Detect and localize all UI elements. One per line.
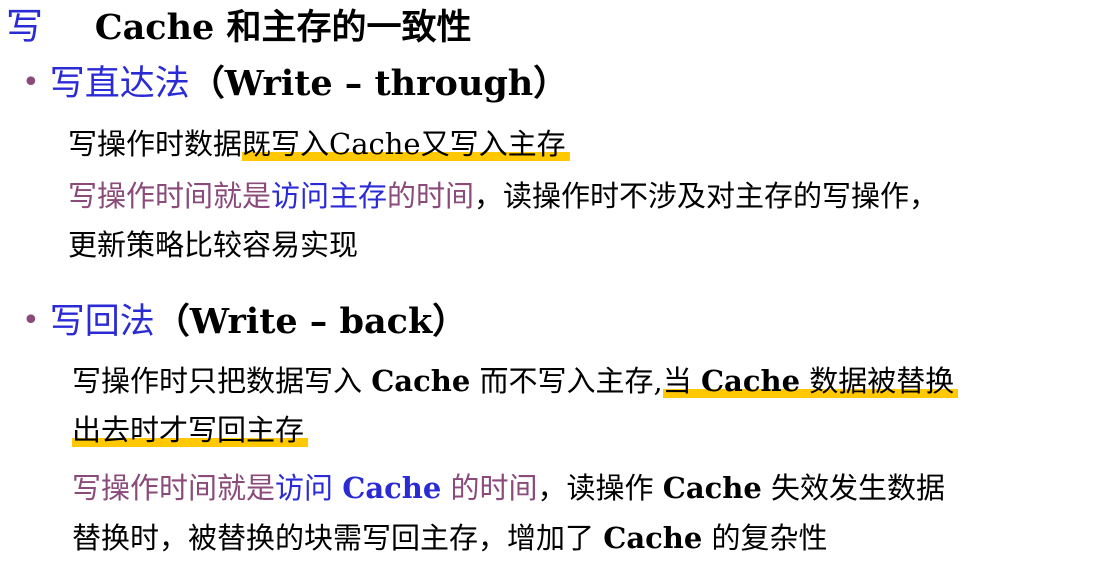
title-prefix: 写: [6, 5, 43, 48]
title-text: Cache 和主存的一致性: [94, 7, 472, 48]
text-segment: 访问主存: [271, 179, 388, 213]
text-segment: Cache: [342, 471, 442, 505]
text-segment: 写操作时数据: [68, 127, 243, 161]
text-segment: 的复杂性: [702, 521, 828, 555]
write-back-heading: • 写回法（Write – back）: [22, 301, 468, 342]
slide-title: 写 Cache 和主存的一致性: [6, 5, 472, 49]
bullet-dot-icon: •: [22, 303, 40, 338]
write-back-line-2: 出去时才写回主存: [72, 413, 309, 447]
write-through-line-1: 写操作时数据既写入Cache又写入主存: [68, 127, 570, 161]
text-segment: 的时间: [387, 179, 475, 213]
write-back-line-1: 写操作时只把数据写入 Cache 而不写入主存,当 Cache 数据被替换: [72, 364, 959, 398]
text-segment: 写操作时间就是: [72, 471, 276, 505]
text-segment: 失效发生数据: [761, 471, 946, 505]
text-segment: 替换时，被替换的块需写回主存，增加了: [72, 521, 604, 555]
text-segment: 而不写入主存,: [470, 364, 663, 398]
write-back-heading-en: （Write – back）: [154, 301, 468, 342]
write-through-line-3: 更新策略比较容易实现: [68, 228, 359, 262]
text-segment: 写操作时间就是: [68, 179, 272, 213]
text-segment: 写操作时只把数据写入: [72, 364, 372, 398]
write-through-heading-cn: 写直达法: [49, 64, 190, 104]
text-segment: 的时间: [441, 471, 538, 505]
write-through-line-2: 写操作时间就是访问主存的时间，读操作时不涉及对主存的写操作，: [68, 179, 939, 213]
text-segment: 当: [662, 364, 701, 398]
write-through-heading-en: （Write – through）: [189, 63, 569, 104]
highlighted-text: 当 Cache 数据被替换: [662, 364, 959, 398]
bullet-dot-icon: •: [22, 65, 40, 100]
text-segment: 访问: [275, 471, 343, 505]
write-through-heading: • 写直达法（Write – through）: [22, 63, 569, 104]
text-segment: Cache: [700, 364, 801, 398]
write-back-line-3: 写操作时间就是访问 Cache 的时间，读操作 Cache 失效发生数据: [72, 471, 946, 505]
write-back-line-4: 替换时，被替换的块需写回主存，增加了 Cache 的复杂性: [72, 521, 828, 555]
highlighted-text: 既写入Cache又写入主存: [242, 127, 570, 161]
text-segment: Cache: [371, 364, 471, 398]
write-back-heading-cn: 写回法: [49, 302, 155, 342]
text-segment: 更新策略比较容易实现: [68, 228, 359, 262]
text-segment: Cache: [603, 521, 703, 555]
text-segment: ，读操作时不涉及对主存的写操作，: [474, 179, 939, 213]
highlighted-text: 出去时才写回主存: [72, 413, 309, 447]
text-segment: Cache: [662, 471, 762, 505]
text-segment: ，读操作: [537, 471, 663, 505]
text-segment: 数据被替换: [800, 364, 955, 398]
